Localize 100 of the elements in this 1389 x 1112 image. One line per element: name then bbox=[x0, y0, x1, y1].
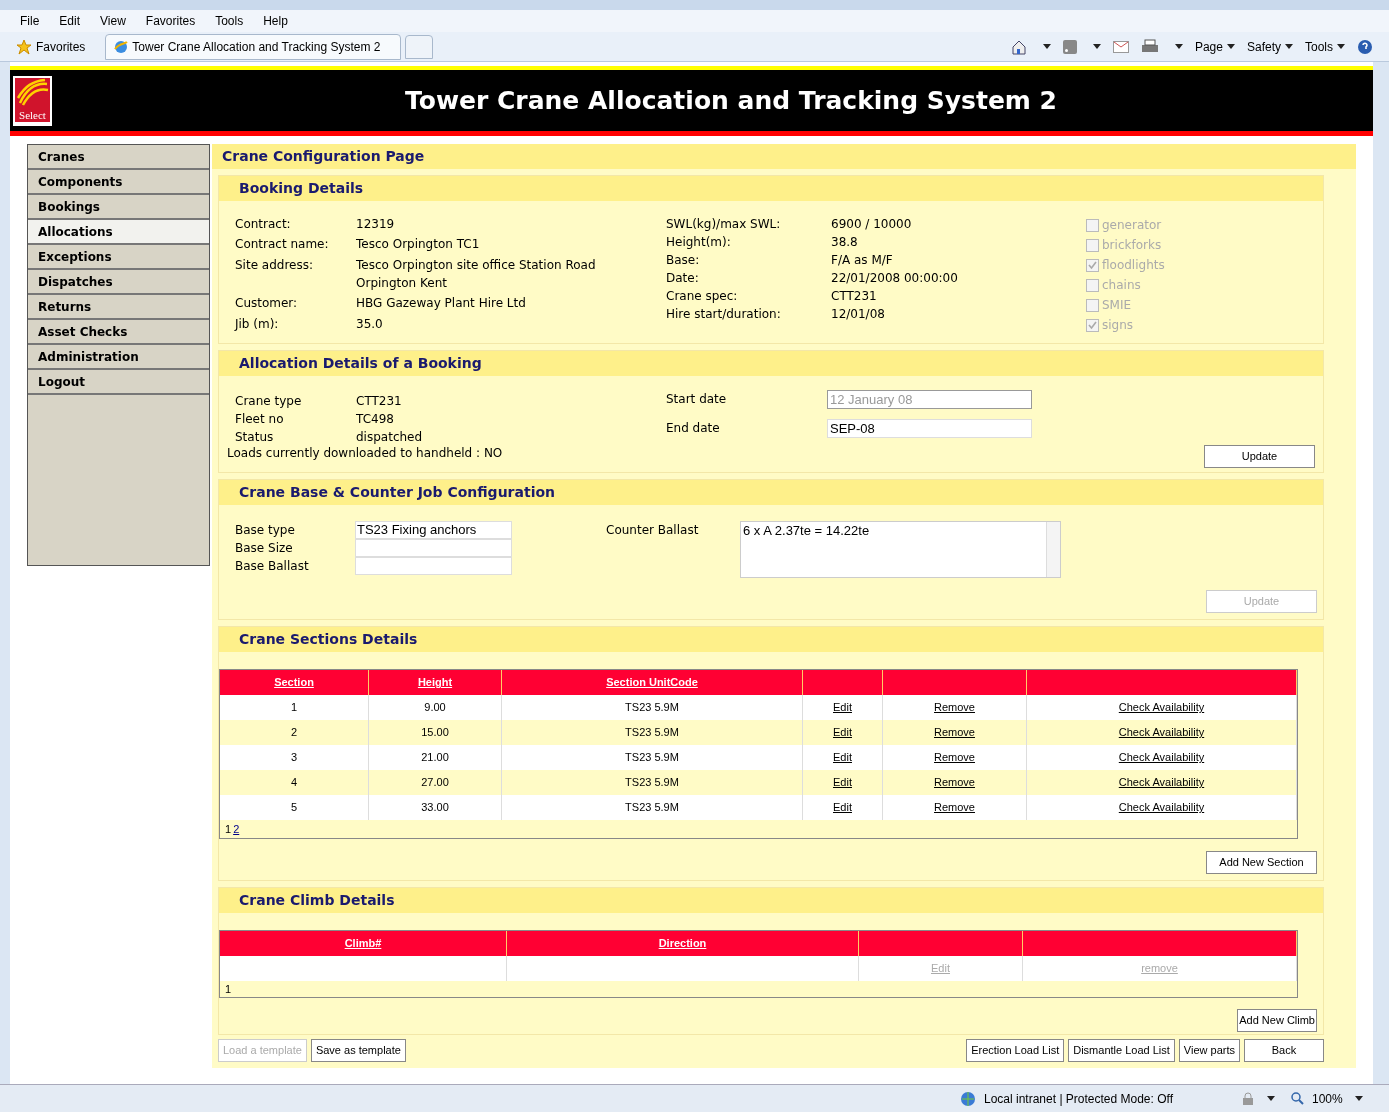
caret-icon bbox=[1174, 44, 1183, 49]
text-field[interactable]: TS23 Fixing anchors bbox=[355, 521, 512, 539]
checkbox[interactable] bbox=[1086, 258, 1099, 272]
field-value: CTT231 bbox=[831, 288, 878, 305]
check-icon bbox=[1088, 320, 1097, 330]
caret-icon bbox=[1267, 1096, 1275, 1101]
field-label: Base type bbox=[235, 522, 296, 539]
add-section-button[interactable]: Add New Section bbox=[1206, 851, 1317, 874]
feed-icon[interactable] bbox=[1062, 39, 1077, 54]
field-value: Tesco Orpington TC1 bbox=[356, 236, 481, 254]
page-link[interactable]: 1 bbox=[225, 980, 232, 998]
field-label: Customer: bbox=[235, 295, 299, 313]
favorites-label[interactable]: Favorites bbox=[36, 37, 86, 56]
field-label: Contract name: bbox=[235, 236, 330, 254]
star-icon bbox=[16, 38, 32, 55]
row-link[interactable]: Check Availability bbox=[1118, 699, 1205, 716]
column-header[interactable]: Section bbox=[274, 674, 314, 691]
menu-item[interactable]: Edit bbox=[59, 12, 81, 30]
checkbox[interactable] bbox=[1086, 318, 1099, 332]
table-cell-text: 3 bbox=[290, 750, 298, 766]
text-field[interactable] bbox=[355, 539, 512, 557]
checkbox[interactable] bbox=[1086, 278, 1099, 292]
field-value: 6900 / 10000 bbox=[831, 216, 913, 233]
table-cell-text: TS23 5.9M bbox=[625, 800, 679, 816]
action-button[interactable]: Back bbox=[1244, 1039, 1324, 1062]
add-climb-button[interactable]: Add New Climb bbox=[1237, 1009, 1317, 1032]
menu-item[interactable]: Favorites bbox=[145, 12, 196, 30]
scrollbar[interactable] bbox=[1046, 522, 1060, 577]
column-header[interactable]: Direction bbox=[658, 935, 707, 952]
caret-icon bbox=[1285, 44, 1293, 49]
row-link[interactable]: Check Availability bbox=[1118, 749, 1205, 766]
sidebar-item[interactable]: Allocations bbox=[28, 220, 209, 245]
row-link[interactable]: Remove bbox=[934, 799, 975, 816]
menu-item[interactable]: View bbox=[100, 12, 126, 30]
column-header[interactable]: Height bbox=[417, 674, 453, 691]
home-icon[interactable] bbox=[1010, 38, 1027, 55]
checkbox-label: chains bbox=[1102, 277, 1141, 294]
column-header[interactable]: Climb# bbox=[344, 935, 382, 952]
action-button[interactable]: Save as template bbox=[310, 1039, 406, 1062]
action-button[interactable]: Dismantle Load List bbox=[1068, 1039, 1175, 1062]
row-link[interactable]: Edit bbox=[833, 699, 852, 716]
checkbox[interactable] bbox=[1086, 238, 1099, 252]
date-field[interactable]: SEP-08 bbox=[827, 419, 1032, 438]
field-value: F/A as M/F bbox=[831, 252, 894, 269]
row-link[interactable]: Check Availability bbox=[1118, 724, 1205, 741]
table-cell-text: 33.00 bbox=[421, 800, 449, 816]
row-link[interactable]: Edit bbox=[833, 774, 852, 791]
field-value: CTT231 bbox=[356, 393, 403, 410]
section-heading: Crane Climb Details bbox=[219, 888, 1323, 913]
action-button[interactable]: View parts bbox=[1178, 1039, 1240, 1062]
toolbar-menu[interactable]: Page bbox=[1194, 37, 1235, 56]
row-link[interactable]: Remove bbox=[934, 724, 975, 741]
toolbar-menu[interactable]: Safety bbox=[1246, 37, 1293, 56]
zoom-level[interactable]: 100% bbox=[1312, 1089, 1343, 1108]
field-label: Site address: bbox=[235, 256, 315, 274]
checkbox[interactable] bbox=[1086, 218, 1099, 232]
mail-icon[interactable] bbox=[1112, 40, 1129, 53]
help-icon[interactable] bbox=[1357, 38, 1373, 55]
text-field[interactable] bbox=[355, 557, 512, 575]
action-button[interactable]: Erection Load List bbox=[966, 1039, 1065, 1062]
ballast-textarea[interactable]: 6 x A 2.37te = 14.22te bbox=[740, 521, 1061, 578]
table-cell-text: 21.00 bbox=[421, 750, 449, 766]
toolbar-menu[interactable]: Tools bbox=[1305, 37, 1345, 56]
row-link[interactable]: Edit bbox=[833, 724, 852, 741]
field-label: Height(m): bbox=[666, 234, 732, 251]
field-value: Tesco Orpington site office Station Road bbox=[356, 256, 597, 274]
checkbox-label: SMIE bbox=[1102, 297, 1132, 314]
page-link[interactable]: 1 bbox=[225, 820, 232, 838]
browser-tab[interactable]: Tower Crane Allocation and Tracking System 2 bbox=[105, 33, 402, 60]
menu-item[interactable]: Tools bbox=[215, 12, 244, 30]
field-value: dispatched bbox=[356, 429, 424, 446]
table-cell-text: TS23 5.9M bbox=[625, 775, 679, 791]
row-link[interactable]: Edit bbox=[833, 749, 852, 766]
row-link[interactable]: Edit bbox=[833, 799, 852, 816]
checkbox[interactable] bbox=[1086, 298, 1099, 312]
table-cell-text: 27.00 bbox=[421, 775, 449, 791]
field-label: Jib (m): bbox=[235, 315, 280, 333]
section-heading: Crane Base & Counter Job Configuration bbox=[219, 480, 1323, 505]
globe-icon bbox=[960, 1090, 976, 1107]
table-cell-text: TS23 5.9M bbox=[625, 725, 679, 741]
row-link[interactable]: Remove bbox=[934, 774, 975, 791]
menu-item[interactable]: Help bbox=[263, 12, 288, 30]
printer-icon[interactable] bbox=[1140, 38, 1159, 55]
action-button[interactable]: Update bbox=[1204, 445, 1315, 468]
section-heading: Allocation Details of a Booking bbox=[219, 351, 1323, 376]
row-link[interactable]: Check Availability bbox=[1118, 799, 1205, 816]
table-cell-text: 4 bbox=[290, 775, 298, 791]
table-cell-text: 15.00 bbox=[421, 725, 449, 741]
row-link[interactable]: Check Availability bbox=[1118, 774, 1205, 791]
column-header[interactable]: Section UnitCode bbox=[606, 674, 698, 691]
loads-status-text: Loads currently downloaded to handheld : NO bbox=[227, 445, 503, 462]
page-link[interactable]: 2 bbox=[233, 820, 240, 838]
menu-item[interactable]: File bbox=[20, 12, 40, 30]
row-link[interactable]: Remove bbox=[934, 749, 975, 766]
row-link[interactable]: Remove bbox=[934, 699, 975, 716]
field-value: Orpington Kent bbox=[356, 274, 448, 292]
new-tab[interactable] bbox=[405, 34, 434, 59]
checkbox-label: signs bbox=[1102, 317, 1134, 334]
caret-icon bbox=[1354, 1096, 1363, 1101]
checkbox-label: brickforks bbox=[1102, 237, 1162, 254]
